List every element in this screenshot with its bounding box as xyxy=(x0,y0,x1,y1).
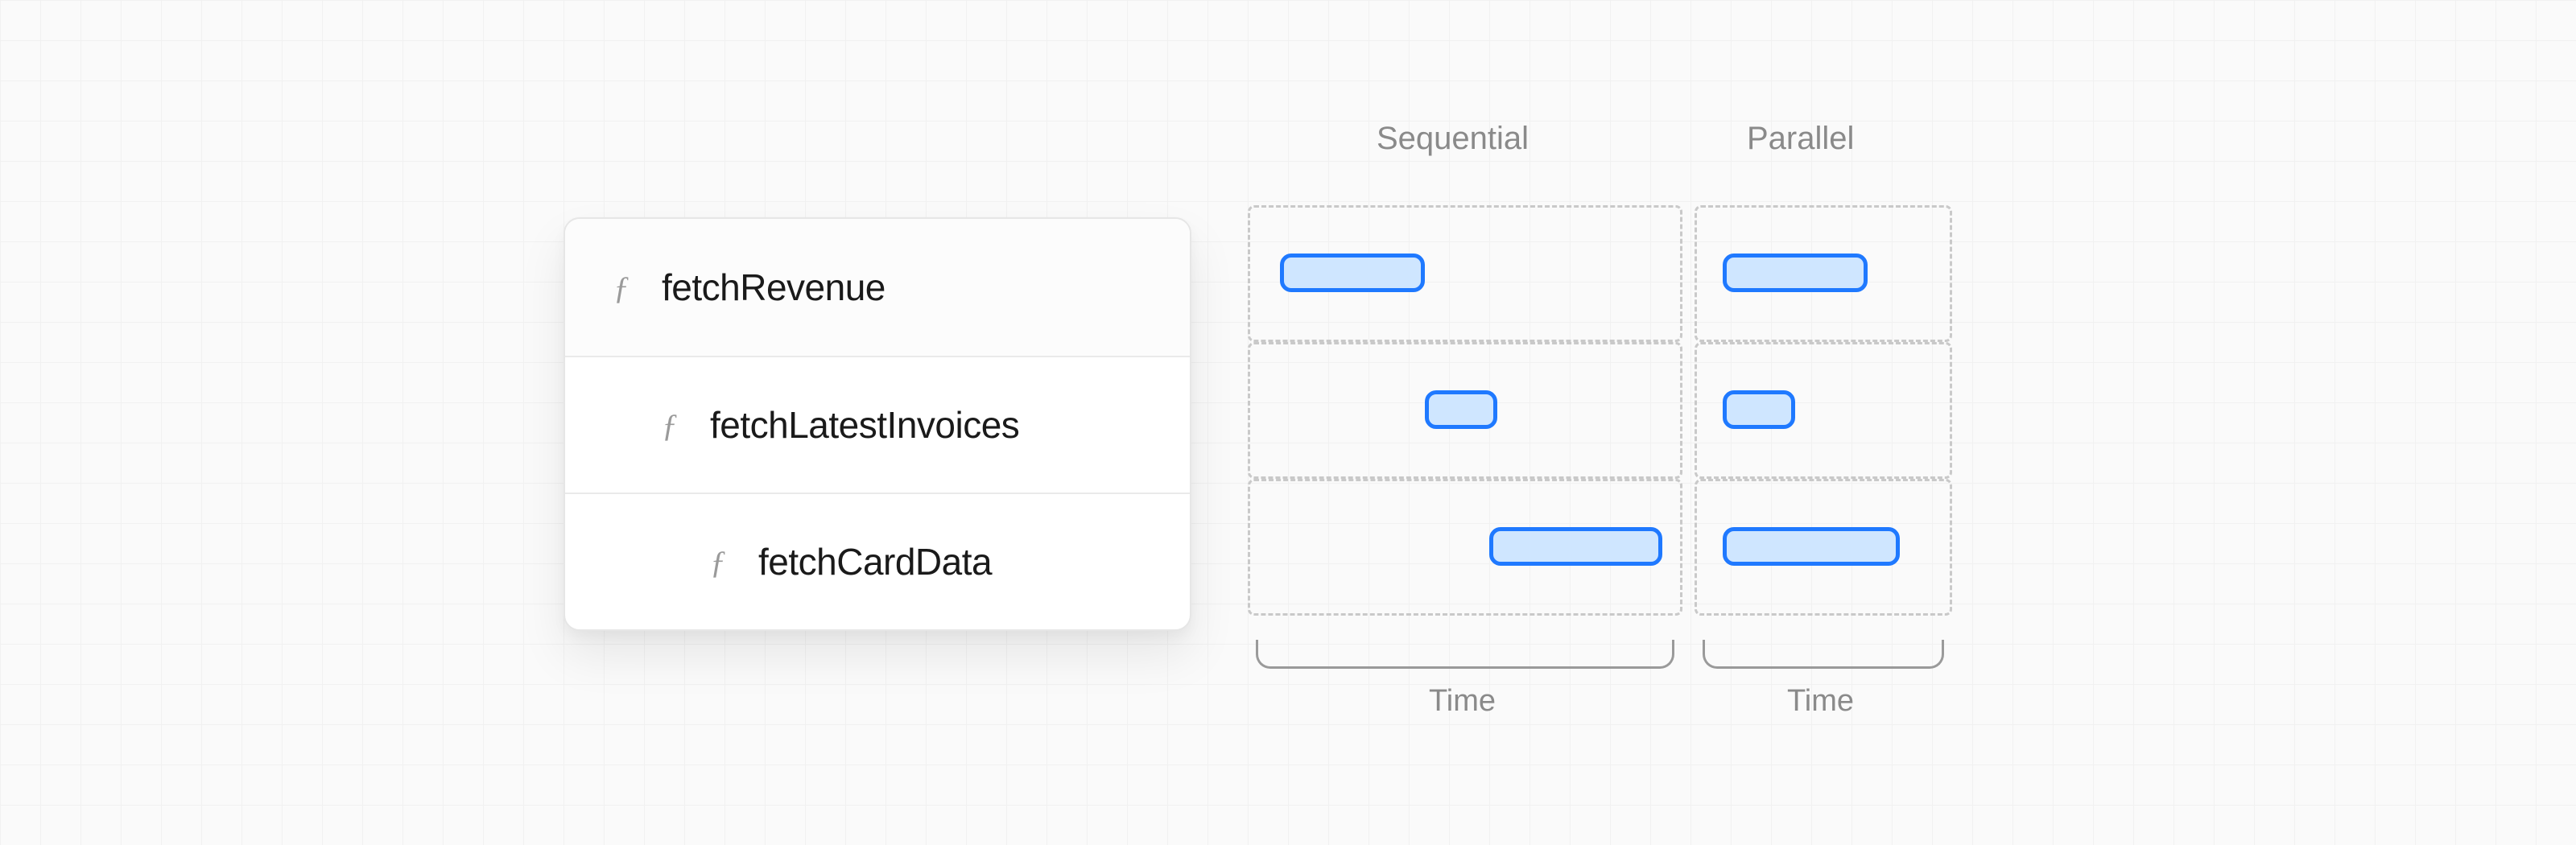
function-icon: ƒ xyxy=(654,406,686,444)
timeline-bar xyxy=(1425,390,1497,429)
time-label: Time xyxy=(1787,684,1854,719)
function-name: fetchLatestInvoices xyxy=(710,403,1019,447)
function-name: fetchRevenue xyxy=(662,266,886,309)
column-header-sequential: Sequential xyxy=(1377,121,1529,157)
timeline-bar xyxy=(1723,390,1795,429)
function-name: fetchCardData xyxy=(758,540,992,583)
function-row: ƒ fetchCardData xyxy=(565,493,1190,629)
time-bracket xyxy=(1703,640,1944,669)
timeline-bar xyxy=(1280,254,1425,292)
function-icon: ƒ xyxy=(605,269,638,307)
function-card: ƒ fetchRevenue ƒ fetchLatestInvoices ƒ f… xyxy=(564,217,1191,631)
function-icon: ƒ xyxy=(702,543,734,581)
time-label: Time xyxy=(1429,684,1496,719)
function-row: ƒ fetchRevenue xyxy=(565,219,1190,356)
time-bracket xyxy=(1256,640,1674,669)
timeline-bar xyxy=(1489,527,1662,566)
column-header-parallel: Parallel xyxy=(1747,121,1854,157)
timeline-bar xyxy=(1723,254,1868,292)
timeline-bar xyxy=(1723,527,1900,566)
function-row: ƒ fetchLatestInvoices xyxy=(565,356,1190,493)
